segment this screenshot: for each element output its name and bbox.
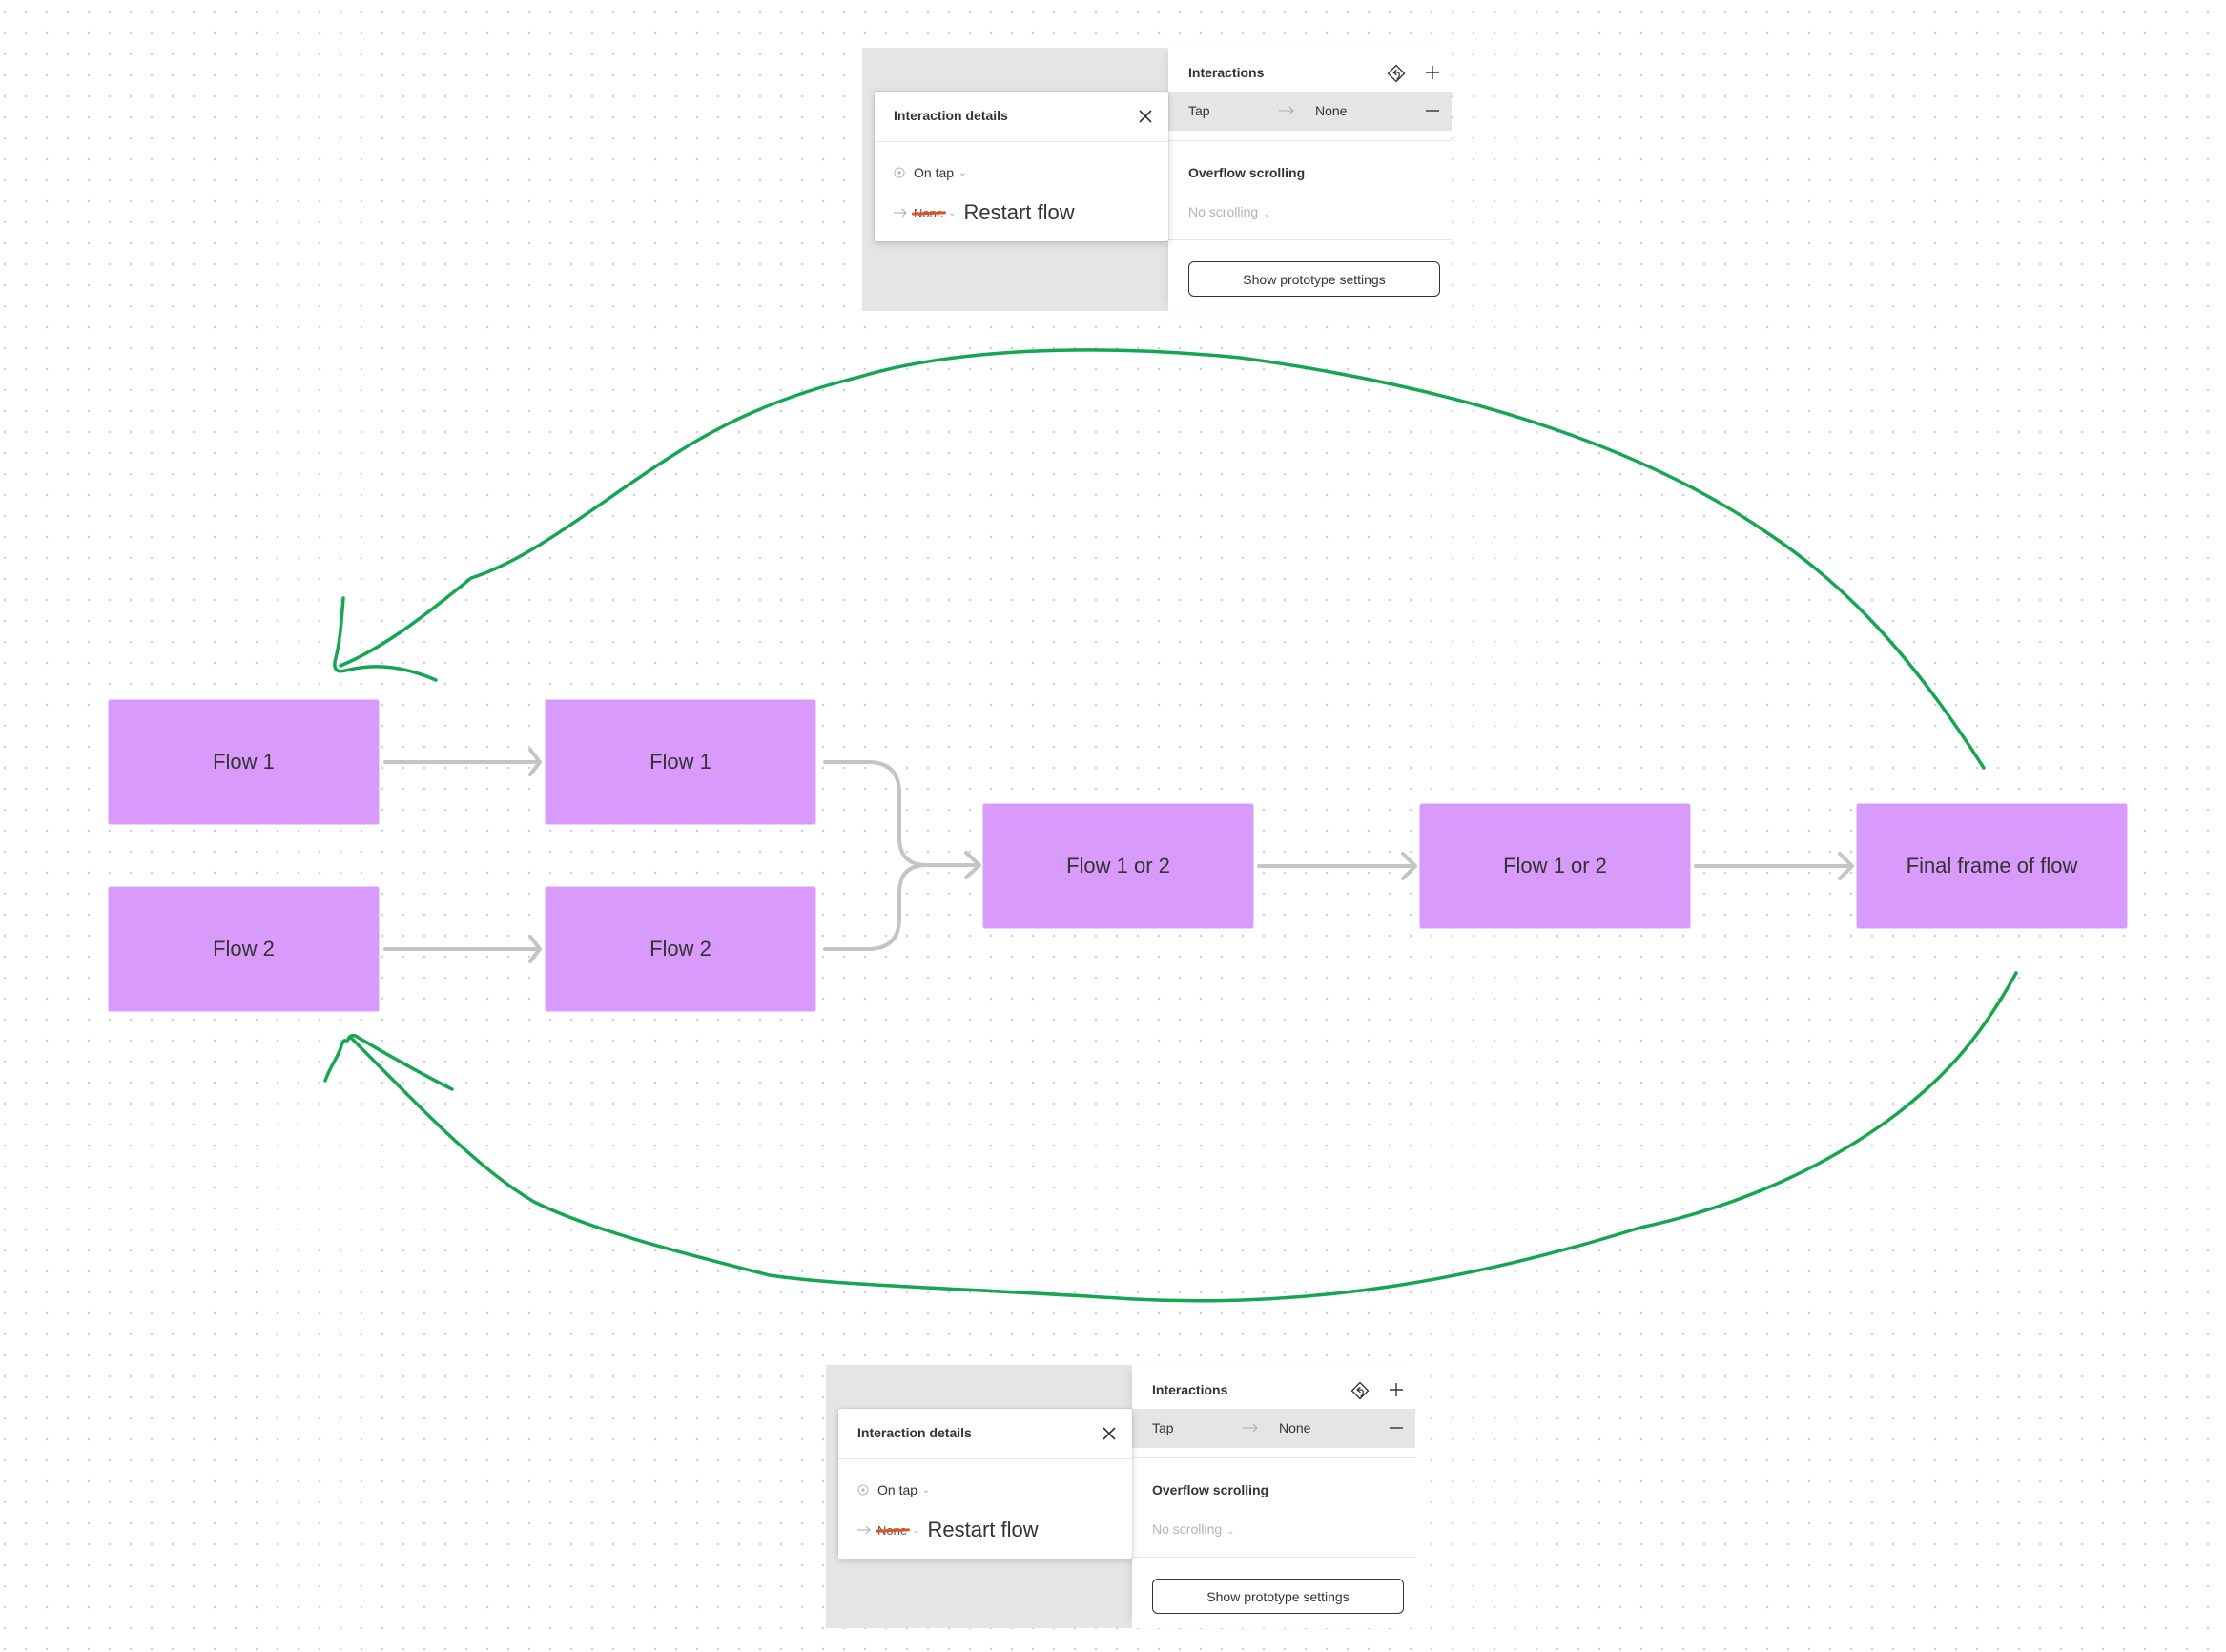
trigger-dropdown[interactable]: On tap ⌄ [857,1481,930,1498]
frame-label: Flow 1 [649,750,711,774]
frame-flow-2-start[interactable]: Flow 2 [109,887,379,1011]
overflow-scrolling-dropdown[interactable]: No scrolling ⌄ [1152,1521,1235,1537]
show-prototype-settings-button[interactable]: Show prototype settings [1152,1579,1404,1614]
prototype-panel-top: Interaction details On tap ⌄ None ⌄ Rest… [862,48,1452,311]
frame-flow-1-step[interactable]: Flow 1 [546,700,815,824]
target-icon [894,167,905,178]
chevron-down-icon: ⌄ [912,1524,920,1536]
interaction-row[interactable]: Tap None [1168,92,1452,131]
frame-label: Flow 1 or 2 [1066,854,1170,878]
arrow-right-icon [894,208,907,217]
interactions-sidebar: Interactions Tap None Overflow scrolling… [1132,1365,1415,1628]
interaction-row[interactable]: Tap None [1132,1409,1415,1448]
action-row: None ⌄ Restart flow [857,1516,1039,1544]
popup-header: Interaction details [875,92,1168,142]
connector-flow1-to-merge[interactable] [823,760,980,867]
interaction-details-popup: Interaction details On tap ⌄ None ⌄ Rest… [838,1409,1132,1559]
overflow-scrolling-heading: Overflow scrolling [1188,165,1306,180]
frame-label: Flow 1 or 2 [1503,854,1607,878]
divider [1168,140,1452,141]
divider [1132,1557,1415,1558]
connector-flow2-to-flow2[interactable] [383,935,542,963]
add-interaction-icon[interactable] [1389,1382,1404,1397]
target-icon [857,1484,869,1496]
chevron-down-icon: ⌄ [922,1484,931,1496]
interaction-trigger: Tap [1188,103,1210,118]
show-prototype-settings-button[interactable]: Show prototype settings [1188,261,1440,297]
interaction-action: None [1315,103,1348,118]
frame-flow-1-start[interactable]: Flow 1 [109,700,379,824]
arrow-right-icon [1243,1423,1258,1433]
restart-flow-annotation: Restart flow [927,1518,1039,1541]
chevron-down-icon: ⌄ [1263,209,1271,219]
divider [1168,239,1452,240]
trigger-dropdown[interactable]: On tap ⌄ [894,164,966,181]
frame-label: Flow 2 [649,937,711,960]
action-dropdown-struck[interactable]: None [877,1523,907,1538]
connector-flow2-to-merge[interactable] [823,863,929,951]
annotation-arrowhead-bottom [323,1033,454,1091]
flow-starting-point-icon[interactable] [1350,1381,1370,1400]
popup-title: Interaction details [857,1425,972,1440]
interaction-trigger: Tap [1152,1420,1174,1435]
interaction-details-popup: Interaction details On tap ⌄ None ⌄ Rest… [875,92,1168,241]
restart-flow-annotation: Restart flow [963,200,1075,224]
frame-label: Final frame of flow [1906,854,2078,878]
annotation-arrow-restart-bottom [348,971,2018,1303]
frame-merged-2[interactable]: Flow 1 or 2 [1420,804,1690,928]
interactions-sidebar: Interactions Tap None Overflow scrolling… [1168,48,1452,311]
frame-final[interactable]: Final frame of flow [1857,804,2127,928]
popup-header: Interaction details [838,1409,1132,1459]
remove-interaction-icon[interactable] [1389,1420,1404,1435]
interactions-heading: Interactions [1188,65,1265,80]
overflow-scrolling-dropdown[interactable]: No scrolling ⌄ [1188,204,1271,219]
chevron-down-icon: ⌄ [948,207,957,218]
overflow-scrolling-value: No scrolling [1188,204,1259,219]
connector-merge2-to-final[interactable] [1694,852,1854,880]
annotation-arrowhead-top [333,596,438,682]
chevron-down-icon: ⌄ [958,167,967,178]
close-icon[interactable] [1100,1424,1119,1443]
connector-merge-arrowhead [964,851,981,879]
action-row: None ⌄ Restart flow [894,198,1075,227]
prototype-panel-bottom: Interaction details On tap ⌄ None ⌄ Rest… [826,1365,1415,1628]
overflow-scrolling-value: No scrolling [1152,1521,1223,1537]
connector-flow1-to-flow1[interactable] [383,748,542,776]
frame-flow-2-step[interactable]: Flow 2 [546,887,815,1011]
connector-merge1-to-merge2[interactable] [1257,852,1417,880]
frame-merged-1[interactable]: Flow 1 or 2 [983,804,1253,928]
arrow-right-icon [1279,106,1294,115]
divider [1132,1457,1415,1458]
trigger-value: On tap [914,165,955,180]
add-interaction-icon[interactable] [1425,65,1440,80]
action-dropdown-struck[interactable]: None [914,206,943,220]
chevron-down-icon: ⌄ [1226,1526,1235,1537]
popup-title: Interaction details [894,108,1008,123]
interaction-action: None [1279,1420,1311,1435]
trigger-value: On tap [877,1482,918,1497]
remove-interaction-icon[interactable] [1425,103,1440,118]
frame-label: Flow 2 [213,937,275,960]
arrow-right-icon [857,1525,871,1535]
frame-label: Flow 1 [213,750,275,774]
overflow-scrolling-heading: Overflow scrolling [1152,1482,1269,1497]
flow-starting-point-icon[interactable] [1387,64,1406,83]
interactions-heading: Interactions [1152,1382,1228,1397]
close-icon[interactable] [1136,107,1155,126]
